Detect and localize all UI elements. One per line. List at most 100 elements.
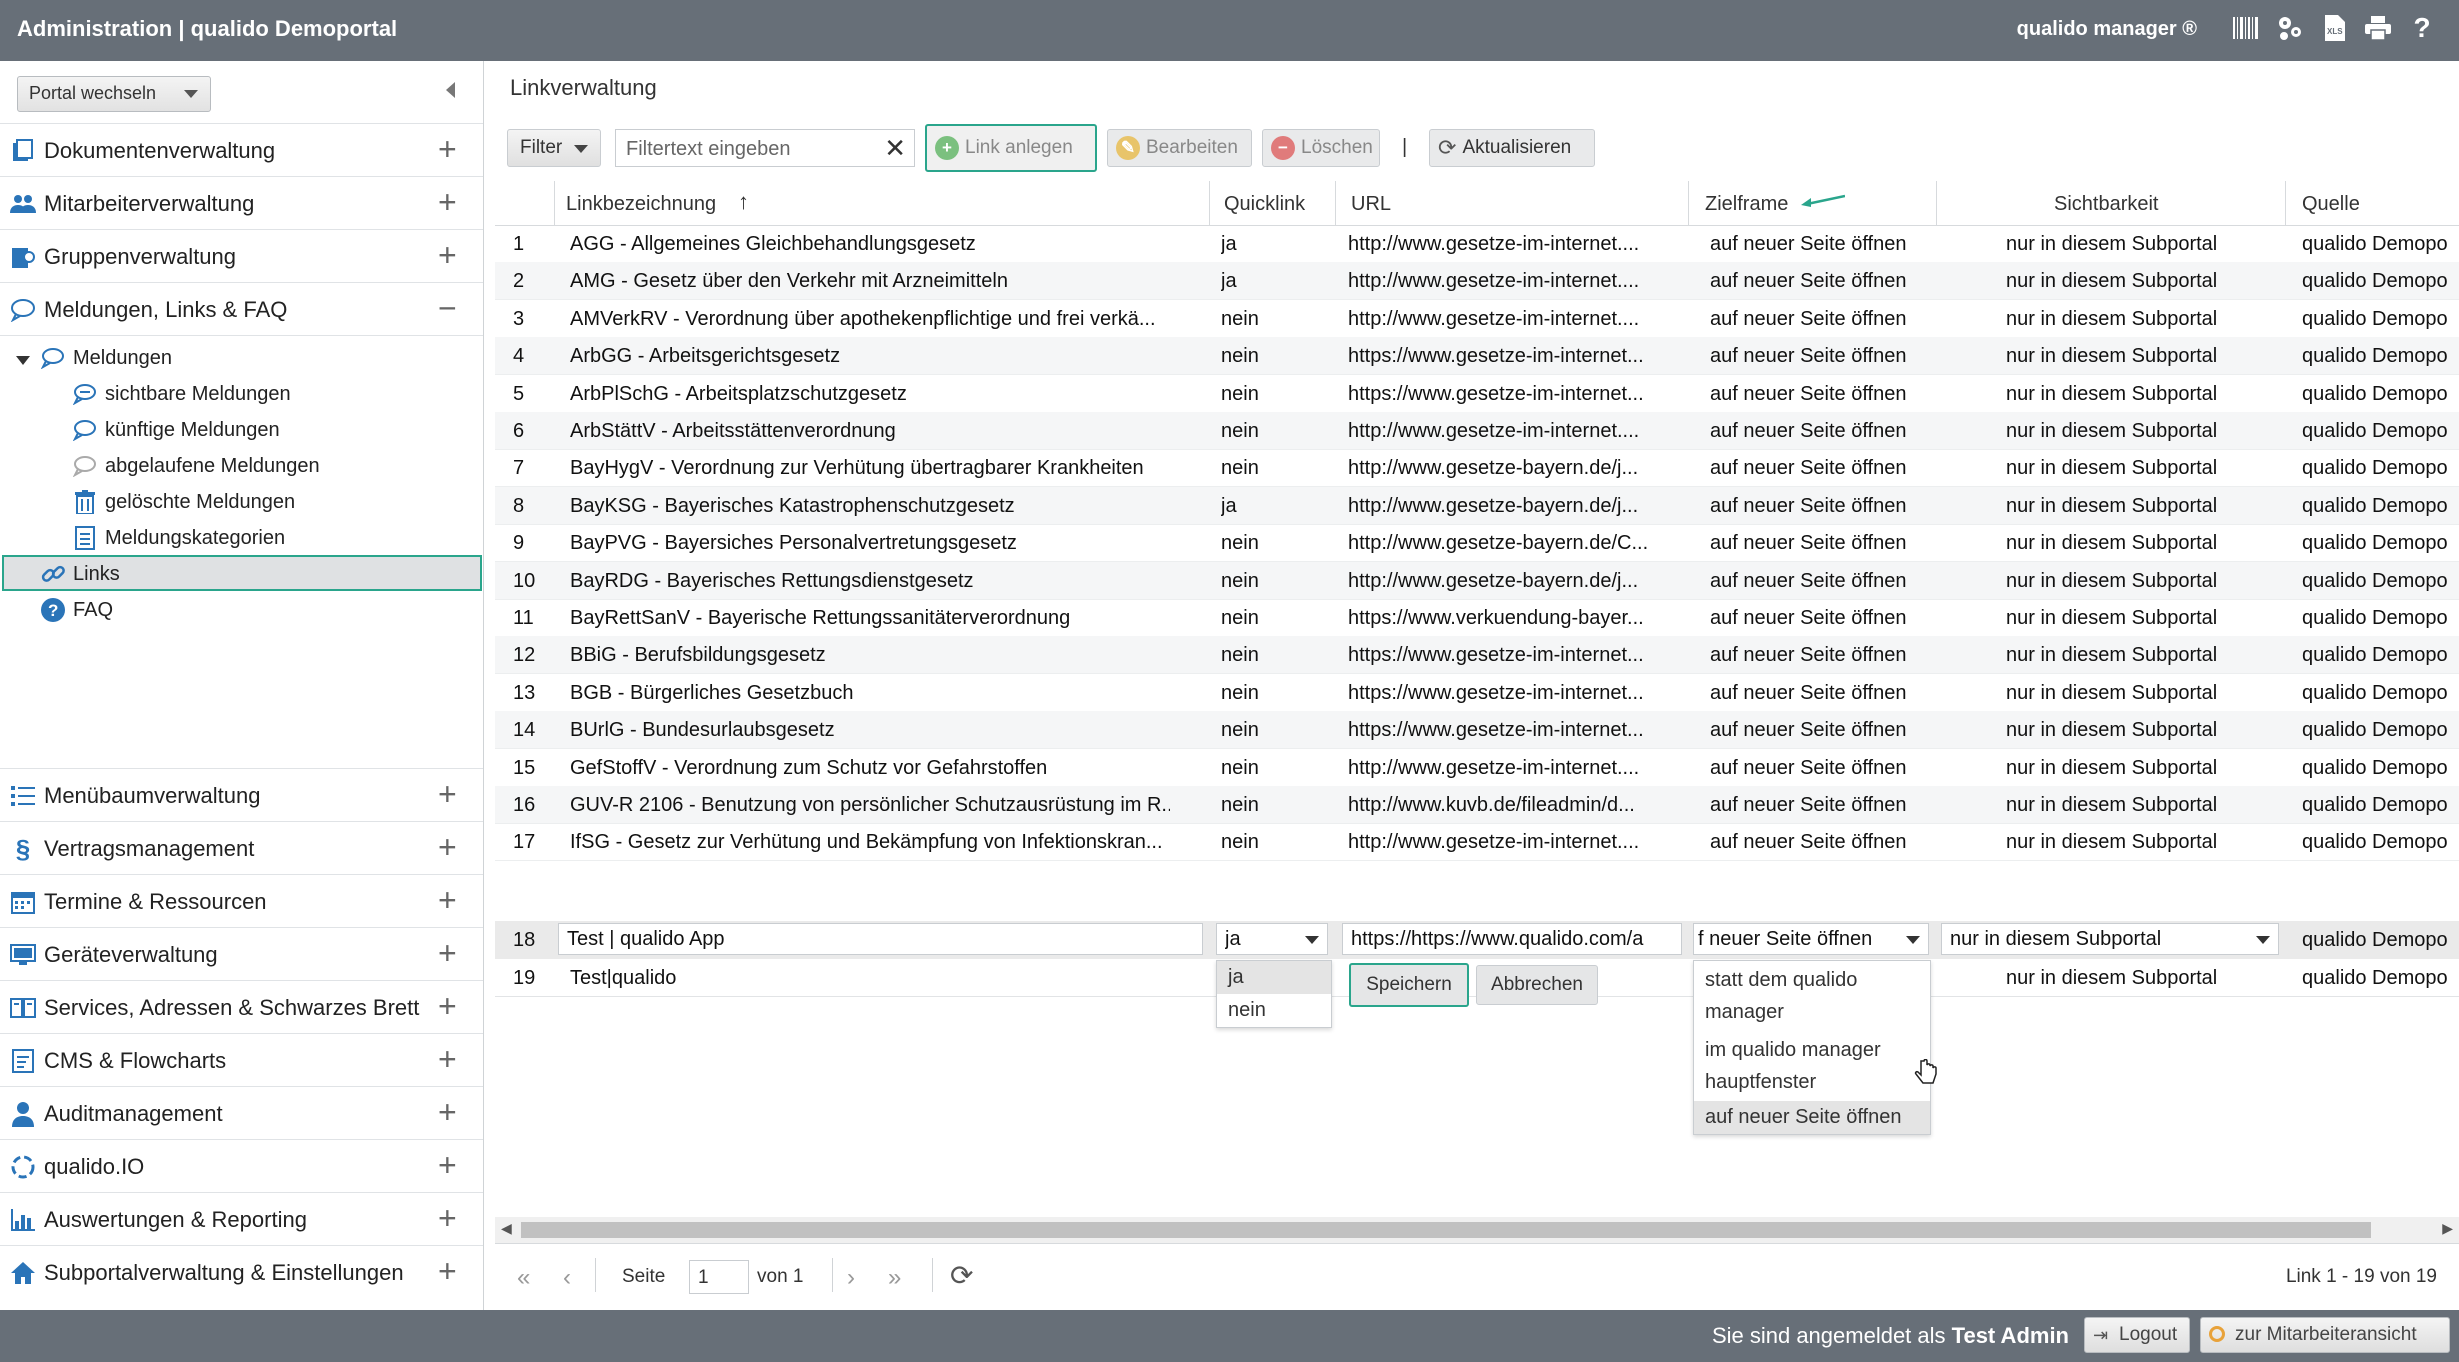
expand-icon[interactable]: + (438, 937, 457, 969)
table-row[interactable]: 14 BUrlG - Bundesurlaubsgesetz nein https:/… (495, 711, 2459, 750)
nav-section-auswertungen[interactable]: Auswertungen & Reporting + (0, 1192, 483, 1246)
collapse-sidebar-icon[interactable] (446, 82, 455, 98)
column-sichtbarkeit[interactable]: Sichtbarkeit (1936, 181, 2285, 225)
employee-view-button[interactable]: zur Mitarbeiteransicht (2200, 1317, 2450, 1353)
clear-filter-icon[interactable]: ✕ (884, 133, 906, 164)
table-row-editing[interactable]: 18 Test | qualido App ja https://https:/… (495, 921, 2459, 959)
first-page-icon[interactable]: « (517, 1264, 530, 1292)
abbrechen-button[interactable]: Abbrechen (1476, 965, 1598, 1005)
portal-switch-dropdown[interactable]: Portal wechseln (17, 76, 211, 112)
table-row[interactable]: 1 AGG - Allgemeines Gleichbehandlungsgese… (495, 225, 2459, 263)
collapse-icon[interactable]: − (438, 292, 457, 324)
help-icon[interactable]: ? (2409, 12, 2435, 43)
filter-button[interactable]: Filter (507, 129, 601, 167)
last-page-icon[interactable]: » (888, 1264, 901, 1292)
sitemap-icon[interactable] (2277, 13, 2303, 43)
zielframe-select[interactable]: f neuer Seite öffnen (1693, 923, 1929, 955)
cell-sichtbarkeit: nur in diesem Subportal (2006, 307, 2218, 330)
expand-icon[interactable]: + (438, 1096, 457, 1128)
expand-icon[interactable]: + (438, 1149, 457, 1181)
next-page-icon[interactable]: › (847, 1264, 855, 1292)
option-ja[interactable]: ja (1217, 961, 1331, 994)
nav-section-gruppenverwaltung[interactable]: Gruppenverwaltung + (0, 229, 483, 283)
portal-switch-label: Portal wechseln (29, 83, 157, 103)
column-zielframe[interactable]: Zielframe (1688, 181, 1936, 225)
row-number: 16 (513, 794, 536, 816)
barcode-icon[interactable] (2233, 13, 2259, 43)
column-url[interactable]: URL (1335, 181, 1688, 225)
xls-export-icon[interactable]: XLS (2321, 13, 2347, 43)
table-row[interactable]: 7 BayHygV - Verordnung zur Verhütung über… (495, 449, 2459, 488)
table-row[interactable]: 17 IfSG - Gesetz zur Verhütung und Bekämp… (495, 823, 2459, 862)
filter-input[interactable]: Filtertext eingeben ✕ (615, 129, 915, 167)
table-row[interactable]: 4 ArbGG - Arbeitsgerichtsgesetz nein https:… (495, 337, 2459, 376)
cell-quelle: qualido Demopo (2302, 681, 2448, 704)
expand-icon[interactable]: + (438, 778, 457, 810)
print-icon[interactable] (2365, 13, 2391, 43)
column-quelle[interactable]: Quelle (2285, 181, 2459, 225)
horizontal-scrollbar[interactable]: ◀ ▶ (495, 1217, 2459, 1243)
auditor-icon (9, 1100, 37, 1128)
linkbezeichnung-input[interactable]: Test | qualido App (558, 923, 1203, 955)
bearbeiten-button[interactable]: ✎ Bearbeiten (1107, 129, 1252, 167)
nav-section-menuebaumverwaltung[interactable]: Menübaumverwaltung + (0, 768, 483, 822)
table-row[interactable]: 2 AMG - Gesetz über den Verkehr mit Arzne… (495, 262, 2459, 301)
table-row[interactable]: 13 BGB - Bürgerliches Gesetzbuch nein https… (495, 674, 2459, 712)
table-row[interactable]: 16 GUV-R 2106 - Benutzung von persönliche… (495, 786, 2459, 824)
expand-icon[interactable]: + (438, 133, 457, 165)
table-row[interactable]: 6 ArbStättV - Arbeitsstättenverordnung nei… (495, 412, 2459, 450)
nav-section-meldungen-links-faq[interactable]: Meldungen, Links & FAQ − (0, 282, 483, 336)
nav-section-mitarbeiterverwaltung[interactable]: Mitarbeiterverwaltung + (0, 176, 483, 230)
nav-section-qualido-io[interactable]: qualido.IO + (0, 1139, 483, 1193)
table-row[interactable]: 8 BayKSG - Bayerisches Katastrophenschutz… (495, 486, 2459, 525)
option-auf-neuer-seite-oeffnen[interactable]: auf neuer Seite öffnen (1694, 1101, 1930, 1134)
table-row[interactable]: 3 AMVerkRV - Verordnung über apothekenpfl… (495, 300, 2459, 338)
scroll-left-icon[interactable]: ◀ (501, 1220, 512, 1237)
expand-icon[interactable]: + (438, 1202, 457, 1234)
column-linkbezeichnung[interactable]: Linkbezeichnung ↑ (554, 181, 1209, 225)
option-im-qualido-manager-hauptfenster[interactable]: im qualido manager hauptfenster (1694, 1031, 1930, 1101)
scrollbar-thumb[interactable] (521, 1222, 2371, 1238)
table-row[interactable]: 15 GefStoffV - Verordnung zum Schutz vor … (495, 749, 2459, 787)
scroll-right-icon[interactable]: ▶ (2442, 1220, 2453, 1237)
previous-page-icon[interactable]: ‹ (563, 1264, 571, 1292)
link-anlegen-button[interactable]: + Link anlegen (925, 124, 1097, 172)
table-row[interactable]: 10 BayRDG - Bayerisches Rettungsdienstges… (495, 561, 2459, 600)
column-quicklink[interactable]: Quicklink (1209, 181, 1335, 225)
cell-quicklink: nein (1221, 569, 1259, 592)
option-nein[interactable]: nein (1217, 994, 1331, 1027)
loeschen-button[interactable]: − Löschen (1262, 129, 1380, 167)
url-input[interactable]: https://https://www.qualido.com/a (1342, 923, 1682, 955)
nav-section-termine-ressourcen[interactable]: Termine & Ressourcen + (0, 874, 483, 928)
table-row[interactable]: 11 BayRettSanV - Bayerische Rettungssanit… (495, 599, 2459, 637)
expand-icon[interactable]: + (438, 990, 457, 1022)
expand-icon[interactable]: + (438, 186, 457, 218)
quicklink-select[interactable]: ja (1216, 923, 1328, 955)
expand-icon[interactable]: + (438, 1043, 457, 1075)
option-statt-dem-qualido-manager[interactable]: statt dem qualido manager (1694, 961, 1930, 1031)
table-row[interactable]: 5 ArbPlSchG - Arbeitsplatzschutzgesetz nei… (495, 375, 2459, 413)
logout-button[interactable]: ⇥ Logout (2084, 1317, 2190, 1353)
nav-section-vertragsmanagement[interactable]: § Vertragsmanagement + (0, 821, 483, 875)
table-row[interactable]: 9 BayPVG - Bayersiches Personalvertretung… (495, 524, 2459, 563)
nav-section-geraeteverwaltung[interactable]: Geräteverwaltung + (0, 927, 483, 981)
speichern-button[interactable]: Speichern (1349, 963, 1469, 1007)
nav-section-dokumentenverwaltung[interactable]: Dokumentenverwaltung + (0, 123, 483, 177)
cell-zielframe: auf neuer Seite öffnen (1710, 831, 1907, 854)
nav-section-cms-flowcharts[interactable]: CMS & Flowcharts + (0, 1033, 483, 1087)
employee-view-label: zur Mitarbeiteransicht (2235, 1324, 2417, 1345)
cell-sichtbarkeit: nur in diesem Subportal (2006, 831, 2218, 854)
nav-section-auditmanagement[interactable]: Auditmanagement + (0, 1086, 483, 1140)
table-row[interactable]: 12 BBiG - Berufsbildungsgesetz nein https:/… (495, 636, 2459, 675)
expand-icon[interactable]: + (438, 239, 457, 271)
expand-icon[interactable]: + (438, 1255, 457, 1287)
expand-icon[interactable]: + (438, 831, 457, 863)
nav-section-services-adressen[interactable]: Services, Adressen & Schwarzes Brett + (0, 980, 483, 1034)
nav-section-label: Menübaumverwaltung (44, 783, 261, 808)
expand-icon[interactable]: + (438, 884, 457, 916)
refresh-icon[interactable]: ⟳ (950, 1259, 973, 1292)
aktualisieren-button[interactable]: ⟳ Aktualisieren (1429, 129, 1595, 167)
sichtbarkeit-select[interactable]: nur in diesem Subportal (1941, 923, 2279, 955)
page-number-input[interactable]: 1 (689, 1260, 749, 1294)
nav-section-subportalverwaltung[interactable]: Subportalverwaltung & Einstellungen + (0, 1245, 483, 1299)
